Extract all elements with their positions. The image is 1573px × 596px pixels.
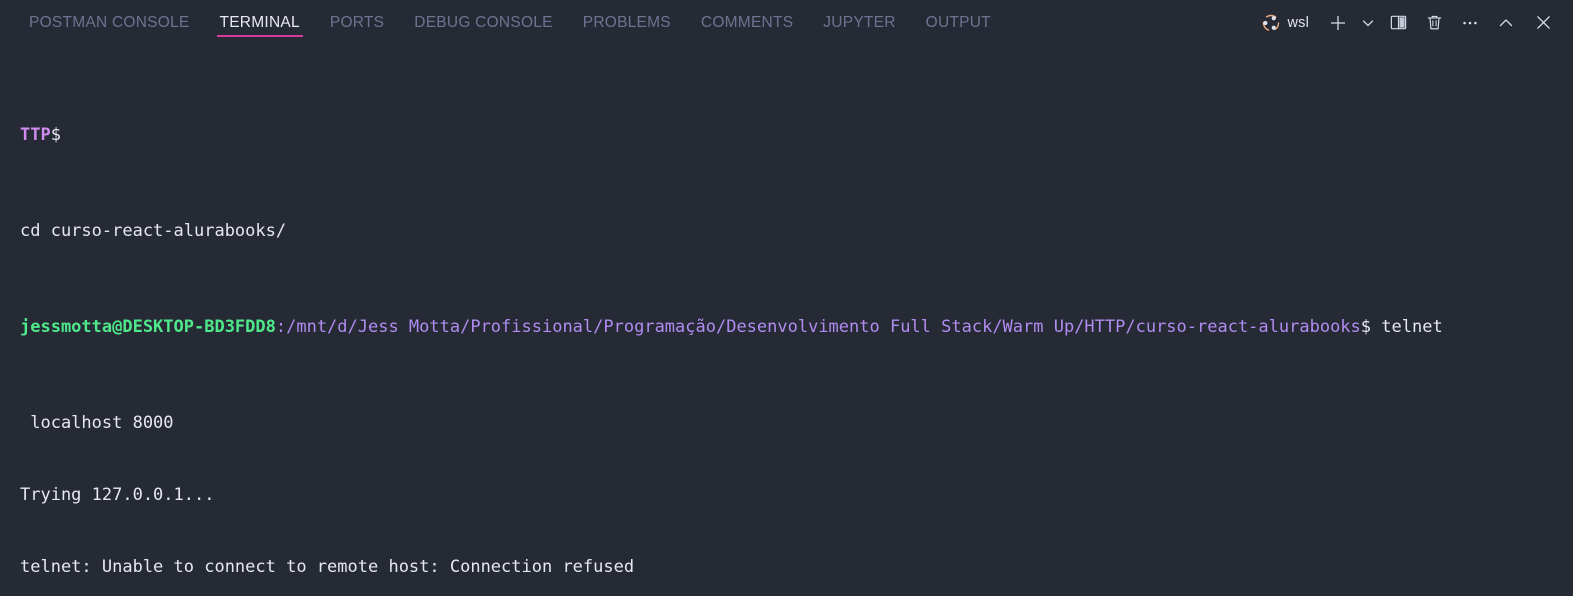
panel-tab-bar: POSTMAN CONSOLE TERMINAL PORTS DEBUG CON… <box>0 0 1573 45</box>
terminal-line: jessmotta@DESKTOP-BD3FDD8:/mnt/d/Jess Mo… <box>20 315 1573 339</box>
trash-icon <box>1425 13 1444 32</box>
chevron-up-icon <box>1497 14 1515 32</box>
close-icon <box>1534 13 1553 32</box>
tab-output[interactable]: OUTPUT <box>911 0 1006 45</box>
tab-label: DEBUG CONSOLE <box>414 13 553 31</box>
split-panel-icon <box>1389 13 1408 32</box>
prompt-path: :/mnt/d/Jess Motta/Profissional/Programa… <box>275 317 1361 337</box>
tab-label: TERMINAL <box>219 13 300 31</box>
terminal-line: telnet: Unable to connect to remote host… <box>20 557 635 577</box>
ellipsis-icon <box>1460 13 1480 33</box>
new-terminal-button[interactable] <box>1321 6 1355 40</box>
terminal-command: telnet <box>1371 317 1443 337</box>
plus-icon <box>1328 13 1348 33</box>
prompt-sigil: $ <box>1360 317 1372 337</box>
new-terminal-dropdown-button[interactable] <box>1357 6 1379 40</box>
maximize-panel-button[interactable] <box>1489 6 1523 40</box>
terminal-line: TTP$ <box>20 123 1573 147</box>
terminal-line: cd curso-react-alurabooks/ <box>20 221 287 241</box>
kill-terminal-button[interactable] <box>1417 6 1451 40</box>
terminal-output[interactable]: TTP$ cd curso-react-alurabooks/ jessmott… <box>0 45 1573 596</box>
tab-label: OUTPUT <box>925 13 991 31</box>
tab-terminal[interactable]: TERMINAL <box>205 0 315 45</box>
terminal-shell-selector[interactable]: wsl <box>1257 6 1315 40</box>
panel-actions: wsl <box>1257 0 1573 45</box>
prompt-fragment: TTP <box>20 125 51 145</box>
ubuntu-logo-icon <box>1261 13 1281 33</box>
tab-label: JUPYTER <box>823 13 896 31</box>
tab-label: COMMENTS <box>700 13 794 31</box>
close-panel-button[interactable] <box>1525 6 1561 40</box>
terminal-line: localhost 8000 <box>20 413 174 433</box>
tab-label: PROBLEMS <box>582 13 671 31</box>
tab-comments[interactable]: COMMENTS <box>686 0 808 45</box>
split-terminal-button[interactable] <box>1381 6 1415 40</box>
chevron-down-icon <box>1361 16 1375 30</box>
more-actions-button[interactable] <box>1453 6 1487 40</box>
panel-tab-list: POSTMAN CONSOLE TERMINAL PORTS DEBUG CON… <box>0 0 1006 45</box>
tab-label: PORTS <box>329 13 385 31</box>
prompt-sigil: $ <box>50 125 61 145</box>
terminal-shell-label: wsl <box>1287 14 1309 31</box>
tab-problems[interactable]: PROBLEMS <box>568 0 686 45</box>
tab-postman-console[interactable]: POSTMAN CONSOLE <box>14 0 205 45</box>
tab-ports[interactable]: PORTS <box>315 0 399 45</box>
tab-debug-console[interactable]: DEBUG CONSOLE <box>399 0 567 45</box>
terminal-line: Trying 127.0.0.1... <box>20 485 215 505</box>
tab-jupyter[interactable]: JUPYTER <box>808 0 910 45</box>
tab-label: POSTMAN CONSOLE <box>29 13 190 31</box>
prompt-user-host: jessmotta@DESKTOP-BD3FDD8 <box>20 317 276 337</box>
